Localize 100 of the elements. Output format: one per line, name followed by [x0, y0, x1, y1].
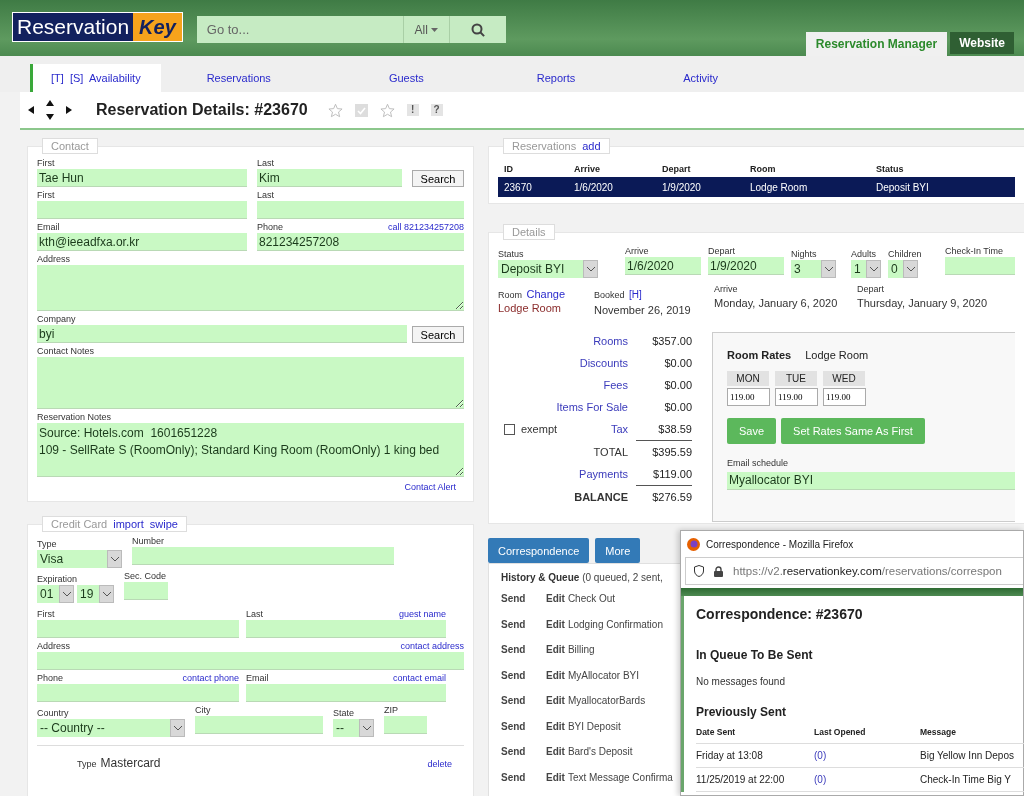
city-field[interactable]	[195, 716, 323, 734]
year-select[interactable]: 19	[77, 585, 114, 603]
arrive-date-field[interactable]: 1/6/2020	[625, 257, 701, 275]
guest-name-link[interactable]: guest name	[398, 609, 446, 620]
search-button[interactable]: Search	[412, 170, 464, 187]
send-link[interactable]: Send	[501, 644, 546, 670]
correspondence-button[interactable]: More	[595, 538, 641, 563]
history-link[interactable]: [H]	[629, 289, 642, 300]
delete-link[interactable]: delete	[427, 759, 452, 770]
contact-email-link[interactable]: contact email	[392, 673, 446, 684]
room-name: Lodge Room	[498, 302, 562, 314]
send-link[interactable]: Send	[501, 669, 546, 695]
first-name-field[interactable]	[37, 620, 239, 638]
logo[interactable]: Reservation Key	[12, 12, 183, 42]
last-name-field[interactable]	[246, 620, 446, 638]
template-name: Bard's Deposit	[567, 746, 633, 759]
phone-field[interactable]	[37, 684, 239, 702]
send-link[interactable]: Send	[501, 618, 546, 644]
column-header: Message	[920, 725, 1024, 744]
change-room-link[interactable]: Change	[526, 288, 565, 300]
card-number-field[interactable]	[132, 547, 394, 565]
edit-link[interactable]: Edit	[546, 720, 565, 746]
send-link[interactable]: Send	[501, 695, 546, 721]
add-link[interactable]: add	[582, 140, 601, 152]
send-link[interactable]: Send	[501, 593, 546, 619]
nav-tab[interactable]: Guests	[370, 64, 444, 92]
month-select[interactable]: 01	[37, 585, 74, 603]
call-link[interactable]: call 821234257208	[387, 222, 464, 233]
star-icon[interactable]	[379, 102, 395, 118]
first-name-field[interactable]	[37, 201, 247, 219]
search-field[interactable]: Go to...	[196, 16, 404, 43]
phone-field[interactable]: 821234257208	[257, 233, 464, 251]
status-select[interactable]: Deposit BYI	[498, 260, 598, 278]
total-link[interactable]: Fees	[550, 379, 636, 391]
checkbox[interactable]	[504, 423, 515, 435]
legend-link[interactable]: swipe	[149, 518, 178, 530]
nav-tab[interactable]: Activity	[665, 64, 739, 92]
zip-field[interactable]	[384, 716, 427, 734]
email-schedule-field[interactable]: Myallocator BYI	[727, 471, 1015, 490]
queue-summary: (0 queued, 2 sent,	[582, 572, 663, 583]
contact-notes-field[interactable]	[37, 357, 464, 409]
edit-link[interactable]: Edit	[546, 593, 565, 619]
nav-tab[interactable]: Reservations	[188, 64, 291, 92]
previous-arrow-icon[interactable]	[28, 106, 34, 114]
address-field[interactable]	[37, 265, 464, 311]
edit-link[interactable]: Edit	[546, 669, 565, 695]
rate-field[interactable]: 119.00	[823, 388, 866, 406]
star-icon[interactable]	[327, 102, 343, 118]
contact-phone-link[interactable]: contact phone	[182, 673, 239, 684]
address-field[interactable]	[37, 652, 464, 670]
contact-alert-link[interactable]: Contact Alert	[404, 482, 456, 493]
total-link[interactable]: Rooms	[550, 335, 636, 347]
card-type-select[interactable]: Visa	[37, 550, 122, 568]
reservation-notes-field[interactable]: Source: Hotels.com 1601651228 109 - SellRate S (RoomOnly); Standard King Room (RoomOnly) 1 king bed	[37, 423, 464, 477]
table-cell[interactable]: (0)	[814, 767, 920, 792]
send-link[interactable]: Send	[501, 746, 546, 772]
last-name-field[interactable]: Kim	[257, 169, 402, 187]
company-field[interactable]: byi	[37, 325, 407, 343]
edit-link[interactable]: Edit	[546, 746, 565, 772]
toolbar-button[interactable]: ?	[430, 104, 443, 116]
toolbar-button[interactable]: !	[406, 104, 419, 116]
rate-field[interactable]: 119.00	[727, 388, 770, 406]
total-link[interactable]: Discounts	[550, 357, 636, 369]
next-arrow-icon[interactable]	[66, 106, 72, 114]
app-tab[interactable]: Reservation Manager	[805, 32, 948, 56]
check-icon[interactable]	[354, 103, 368, 117]
last-name-field[interactable]	[257, 201, 464, 219]
edit-link[interactable]: Edit	[546, 695, 565, 721]
legend-link[interactable]: import	[113, 518, 144, 530]
total-link[interactable]: Payments	[550, 468, 636, 480]
edit-link[interactable]: Edit	[546, 618, 565, 644]
edit-link[interactable]: Edit	[546, 771, 565, 796]
edit-link[interactable]: Edit	[546, 644, 565, 670]
app-tab[interactable]: Website	[950, 32, 1014, 54]
check-in-time-field[interactable]	[945, 257, 1015, 275]
scope-dropdown[interactable]: All	[403, 16, 450, 43]
depart-date-field[interactable]: 1/9/2020	[708, 257, 784, 275]
nav-tab[interactable]: [T] [S] Availability	[30, 64, 161, 92]
nights-select[interactable]: 3	[791, 260, 836, 278]
send-link[interactable]: Send	[501, 771, 546, 796]
country-select[interactable]: -- Country --	[37, 719, 185, 737]
search-button[interactable]: Search	[412, 326, 464, 343]
children-select[interactable]: 0	[888, 260, 918, 278]
adults-select[interactable]: 1	[851, 260, 881, 278]
contact-address-link[interactable]: contact address	[400, 641, 464, 652]
first-name-field[interactable]: Tae Hun	[37, 169, 247, 187]
search-button[interactable]	[449, 16, 506, 43]
security-code-field[interactable]	[124, 582, 168, 600]
total-link[interactable]: Items For Sale	[550, 401, 636, 413]
email-field[interactable]: kth@ieeadfxa.or.kr	[37, 233, 247, 251]
up-down-arrows-icon[interactable]	[46, 100, 54, 120]
email-field[interactable]	[246, 684, 446, 702]
reservation-row[interactable]: 23670 1/6/2020 1/9/2020 Lodge Room Deposit BYI	[498, 177, 1015, 197]
nav-tab[interactable]: Reports	[518, 64, 596, 92]
correspondence-button[interactable]: Correspondence	[488, 538, 590, 563]
send-link[interactable]: Send	[501, 720, 546, 746]
rate-field[interactable]: 119.00	[775, 388, 818, 406]
address-bar[interactable]: https://v2.reservationkey.com/reservations/correspon	[685, 557, 1023, 585]
table-cell[interactable]: (0)	[814, 743, 920, 768]
state-select[interactable]: --	[333, 719, 374, 737]
